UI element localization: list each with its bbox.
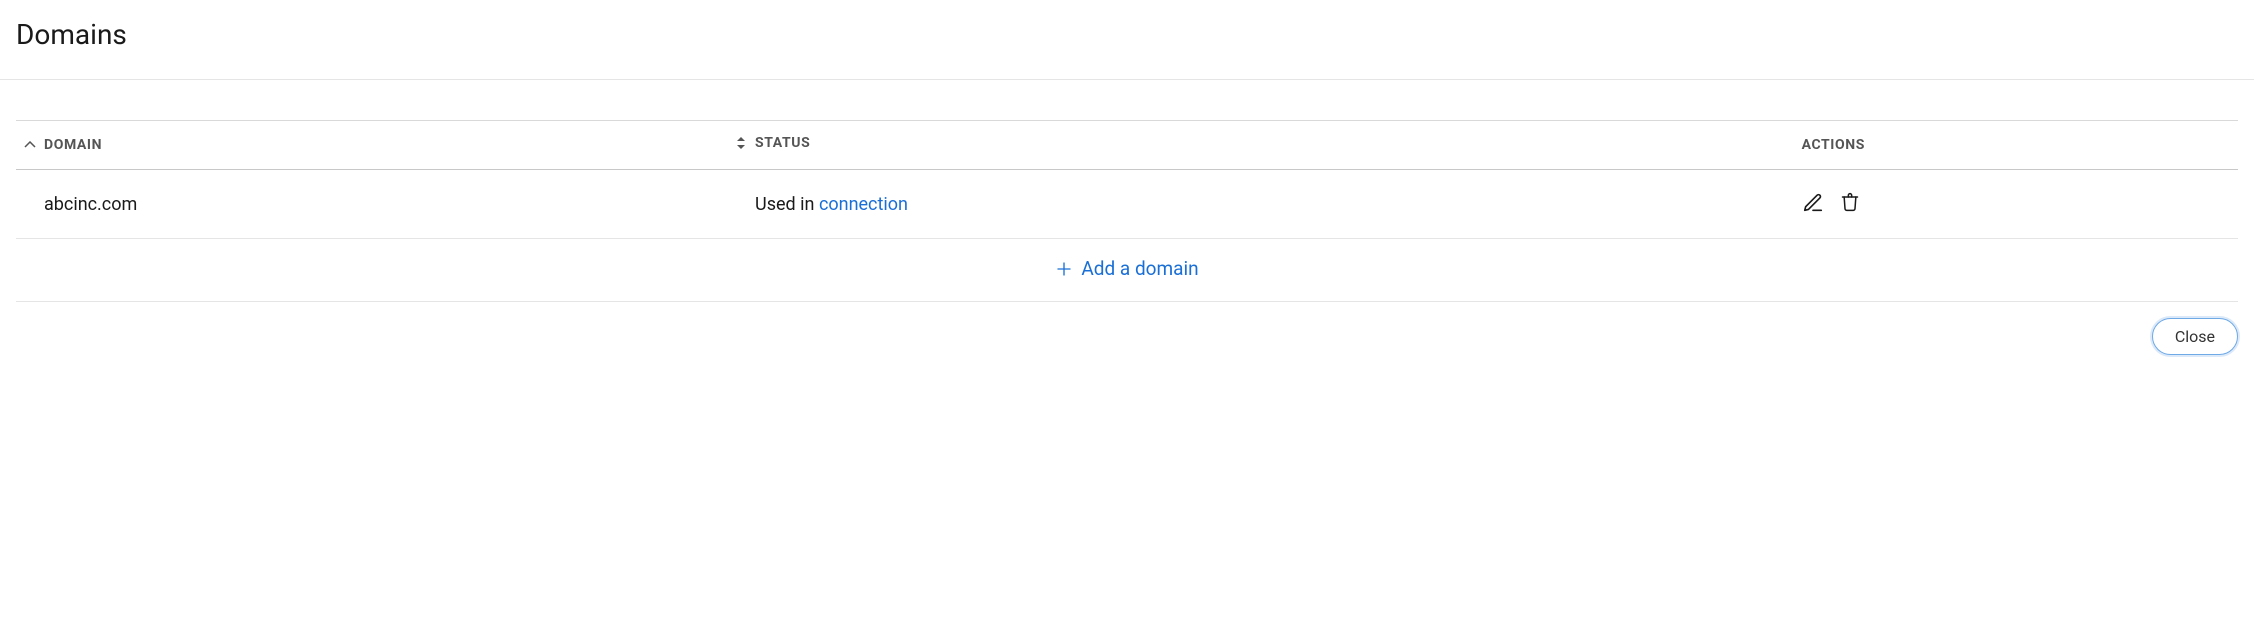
add-domain-row: Add a domain — [16, 239, 2238, 302]
panel-header: Domains — [0, 0, 2254, 80]
edit-icon[interactable] — [1802, 192, 1826, 216]
domains-panel: Domains DOMAIN — [0, 0, 2254, 371]
table-row: abcinc.com Used in connection — [16, 170, 2238, 239]
column-header-domain[interactable]: DOMAIN — [16, 121, 727, 170]
status-connection-link[interactable]: connection — [819, 194, 908, 215]
column-header-status[interactable]: STATUS — [727, 121, 1794, 170]
column-header-domain-label: DOMAIN — [44, 137, 102, 153]
domains-table-wrap: DOMAIN STATUS — [0, 120, 2254, 302]
close-button[interactable]: Close — [2152, 318, 2238, 355]
table-header-row: DOMAIN STATUS — [16, 121, 2238, 170]
domain-actions-cell — [1794, 170, 2238, 239]
trash-icon[interactable] — [1840, 192, 1864, 216]
domain-name-cell: abcinc.com — [16, 170, 727, 239]
panel-footer: Close — [0, 302, 2254, 371]
chevron-up-icon — [24, 141, 36, 149]
add-domain-button[interactable]: Add a domain — [1055, 257, 1198, 280]
status-prefix-text: Used in — [755, 194, 819, 215]
domains-table: DOMAIN STATUS — [16, 120, 2238, 302]
column-header-status-label: STATUS — [755, 135, 810, 151]
column-header-actions: ACTIONS — [1794, 121, 2238, 170]
domain-status-cell: Used in connection — [727, 170, 1794, 239]
sort-both-icon — [735, 135, 747, 151]
add-domain-label: Add a domain — [1081, 257, 1198, 280]
plus-icon — [1055, 260, 1073, 278]
page-title: Domains — [16, 18, 2238, 51]
column-header-actions-label: ACTIONS — [1802, 137, 1865, 153]
